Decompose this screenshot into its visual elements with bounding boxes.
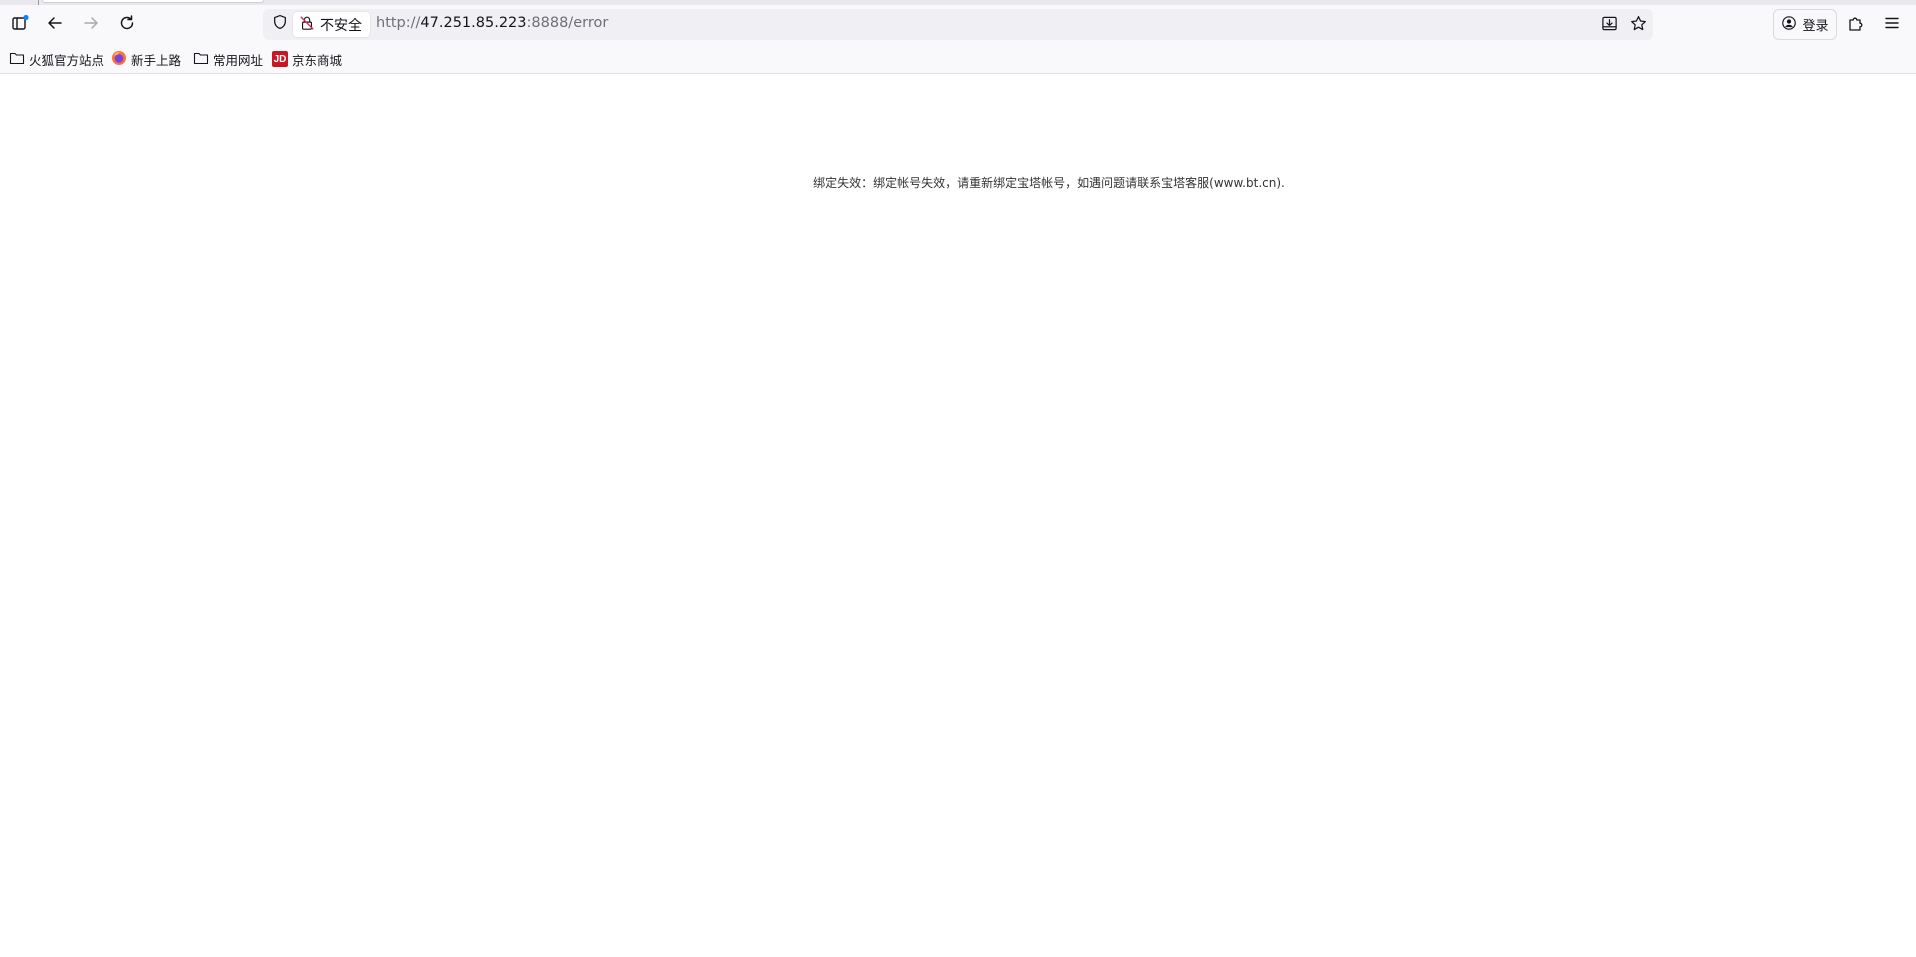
account-icon bbox=[1781, 15, 1797, 35]
folder-icon bbox=[9, 50, 25, 69]
url-suffix: :8888/error bbox=[526, 15, 609, 31]
bookmark-star-button[interactable] bbox=[1628, 15, 1648, 35]
account-login-button[interactable]: 登录 bbox=[1773, 9, 1837, 40]
bookmark-item[interactable]: JD 京东商城 bbox=[272, 49, 342, 69]
reload-button[interactable] bbox=[113, 11, 141, 39]
install-app-button[interactable] bbox=[1599, 15, 1619, 35]
bookmark-item[interactable]: 常用网址 bbox=[193, 49, 263, 69]
sidebar-icon bbox=[11, 14, 29, 36]
navigation-toolbar: 不安全 http://47.251.85.223:8888/error 登录 bbox=[0, 5, 1916, 44]
sidebar-toggle-button[interactable] bbox=[6, 11, 34, 39]
security-label: 不安全 bbox=[320, 17, 362, 34]
bookmark-item[interactable]: 新手上路 bbox=[111, 49, 181, 69]
shield-icon bbox=[272, 14, 288, 34]
bookmark-item[interactable]: 火狐官方站点 bbox=[9, 49, 104, 69]
download-tray-icon bbox=[1601, 15, 1618, 36]
back-button[interactable] bbox=[41, 11, 69, 39]
firefox-icon bbox=[111, 50, 127, 69]
arrow-right-icon bbox=[82, 14, 100, 36]
page-content: 绑定失效：绑定帐号失效，请重新绑定宝塔帐号，如遇问题请联系宝塔客服(www.bt… bbox=[0, 75, 1916, 957]
address-bar[interactable]: 不安全 http://47.251.85.223:8888/error bbox=[263, 9, 1653, 40]
url-text[interactable]: http://47.251.85.223:8888/error bbox=[376, 15, 608, 31]
bookmark-label: 常用网址 bbox=[213, 52, 264, 68]
bookmark-label: 京东商城 bbox=[292, 52, 343, 68]
login-label: 登录 bbox=[1802, 19, 1829, 34]
bookmark-label: 新手上路 bbox=[131, 52, 182, 68]
jd-icon: JD bbox=[272, 51, 288, 67]
puzzle-icon bbox=[1847, 14, 1865, 36]
url-host: 47.251.85.223 bbox=[420, 15, 527, 31]
app-menu-button[interactable] bbox=[1878, 11, 1906, 39]
star-icon bbox=[1630, 15, 1647, 36]
folder-icon bbox=[193, 50, 209, 69]
arrow-left-icon bbox=[46, 14, 64, 36]
url-prefix: http:// bbox=[376, 15, 421, 31]
bookmarks-toolbar: 火狐官方站点 新手上路 常用网址 JD 京东商城 bbox=[0, 44, 1916, 74]
tracking-protection-button[interactable] bbox=[271, 14, 289, 34]
active-tab[interactable] bbox=[42, 0, 264, 3]
bookmark-label: 火狐官方站点 bbox=[29, 52, 105, 68]
error-message: 绑定失效：绑定帐号失效，请重新绑定宝塔帐号，如遇问题请联系宝塔客服(www.bt… bbox=[813, 176, 1285, 190]
reload-icon bbox=[118, 14, 136, 36]
security-indicator[interactable]: 不安全 bbox=[293, 12, 370, 37]
extensions-button[interactable] bbox=[1842, 11, 1870, 39]
insecure-lock-icon bbox=[299, 15, 315, 35]
forward-button[interactable] bbox=[77, 11, 105, 39]
hamburger-icon bbox=[1883, 14, 1901, 36]
